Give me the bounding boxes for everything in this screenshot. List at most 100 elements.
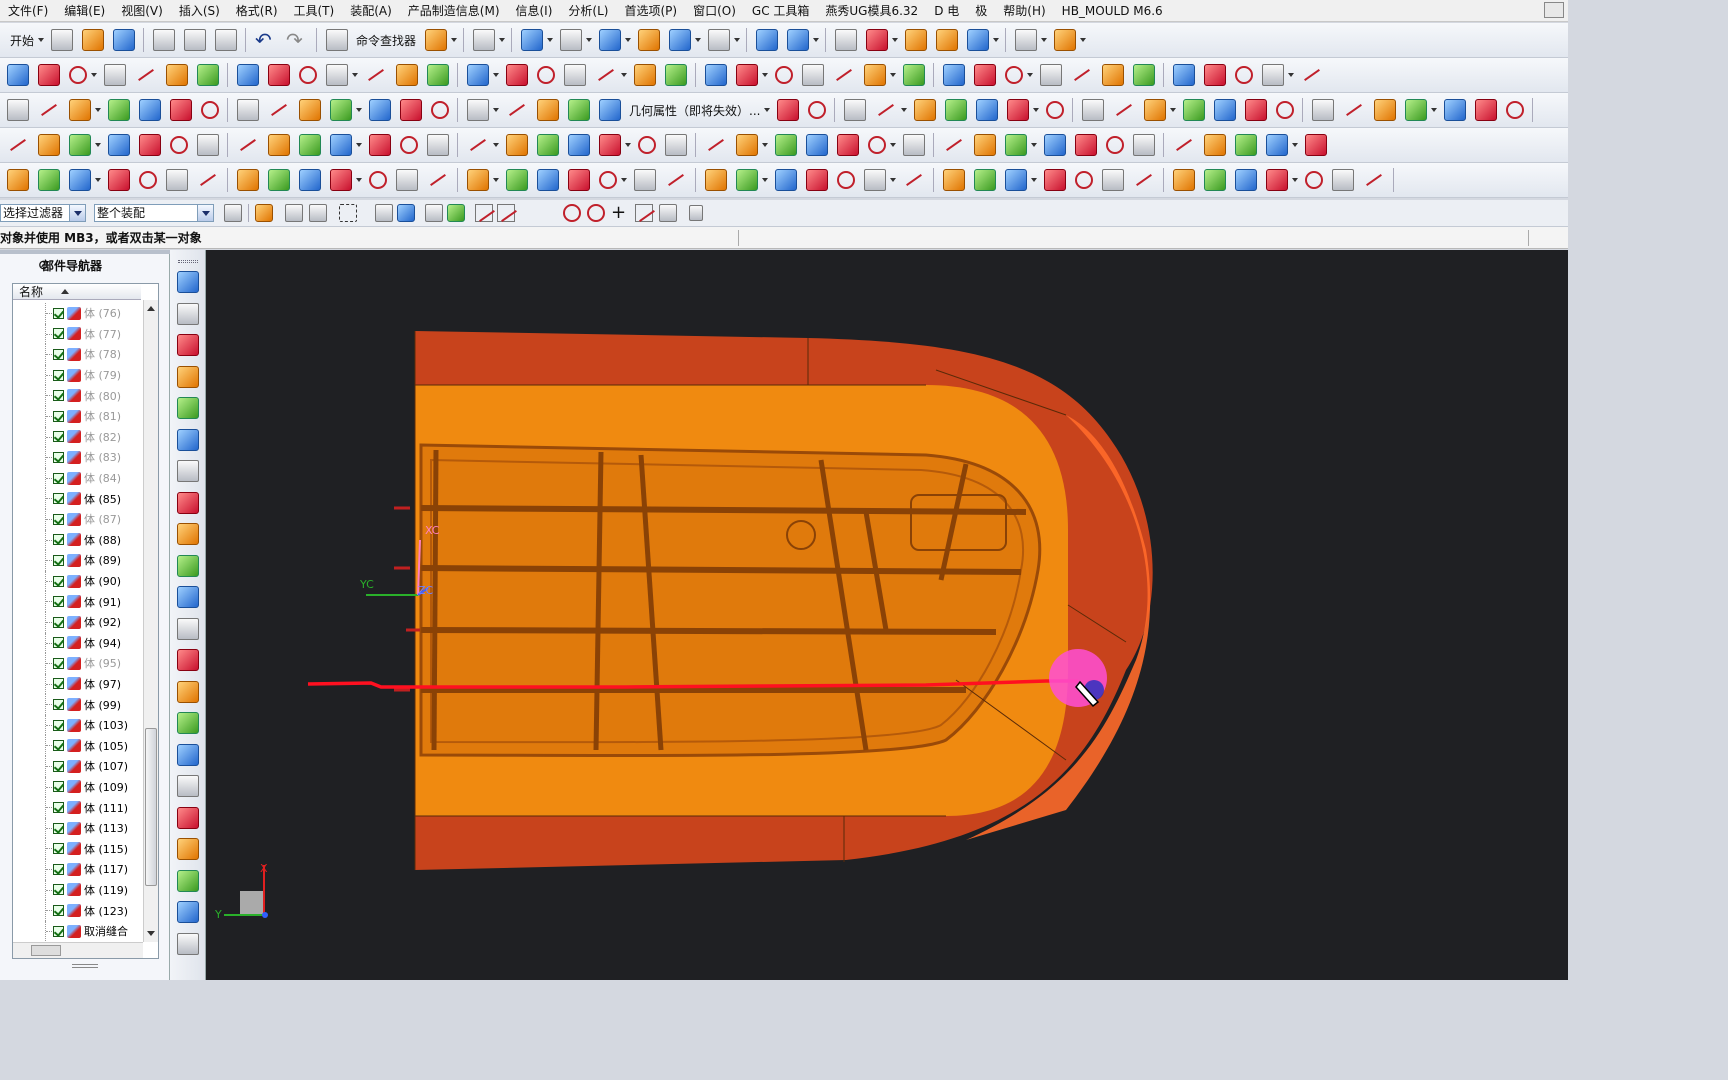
offset-icon[interactable]	[69, 134, 91, 156]
surface-icon[interactable]	[1266, 134, 1288, 156]
grille-outline[interactable]	[419, 443, 1042, 758]
surface-icon[interactable]	[1005, 169, 1027, 191]
visibility-checkbox[interactable]	[53, 348, 64, 360]
tree-node[interactable]: 体 (87)	[13, 508, 143, 530]
offset-icon[interactable]	[1133, 64, 1155, 86]
visibility-checkbox[interactable]	[53, 637, 64, 649]
offset-icon[interactable]	[38, 169, 60, 191]
endpoint-icon[interactable]	[475, 204, 493, 222]
drafting-icon[interactable]	[177, 365, 199, 388]
offset-icon[interactable]	[427, 64, 449, 86]
line-icon[interactable]	[833, 64, 855, 86]
blend-icon[interactable]	[7, 99, 29, 121]
surface-icon[interactable]	[1044, 134, 1066, 156]
blend-icon[interactable]	[396, 169, 418, 191]
trim-icon[interactable]	[369, 134, 391, 156]
line-icon[interactable]	[1363, 169, 1385, 191]
line-icon[interactable]	[365, 64, 387, 86]
surface-icon[interactable]	[139, 99, 161, 121]
line-icon[interactable]	[38, 99, 60, 121]
visibility-checkbox[interactable]	[53, 493, 64, 505]
tree-node[interactable]: 体 (105)	[13, 735, 143, 757]
visibility-checkbox[interactable]	[53, 781, 64, 793]
arc-icon[interactable]	[1046, 101, 1065, 119]
filter-reset-icon[interactable]	[224, 204, 242, 222]
offset-icon[interactable]	[268, 169, 290, 191]
tree-node[interactable]: 体 (107)	[13, 756, 143, 777]
visibility-checkbox[interactable]	[53, 410, 64, 422]
surface-icon[interactable]	[537, 169, 559, 191]
trim-icon[interactable]	[330, 169, 352, 191]
tree-node[interactable]: 体 (95)	[13, 653, 143, 674]
visibility-checkbox[interactable]	[53, 431, 64, 443]
pin-icon[interactable]: ⊘	[38, 254, 49, 278]
surface-icon[interactable]	[237, 64, 259, 86]
tree-node[interactable]: 体 (83)	[13, 447, 143, 468]
play-icon[interactable]	[967, 29, 990, 51]
tree-node[interactable]: 体 (117)	[13, 859, 143, 880]
arc-icon[interactable]	[1005, 66, 1023, 84]
center-icon[interactable]	[563, 204, 581, 222]
trim-icon[interactable]	[1044, 169, 1066, 191]
menu-item[interactable]: 信息(I)	[508, 2, 561, 19]
surface-icon[interactable]	[299, 169, 321, 191]
extrude-icon[interactable]	[705, 169, 727, 191]
intersection-icon[interactable]	[541, 204, 559, 222]
surface-icon[interactable]	[330, 134, 352, 156]
line-icon[interactable]	[1071, 64, 1093, 86]
tree-node[interactable]: 体 (99)	[13, 694, 143, 715]
surface-icon[interactable]	[108, 134, 130, 156]
extrude-icon[interactable]	[1204, 134, 1226, 156]
trim-icon[interactable]	[1204, 64, 1226, 86]
offset-icon[interactable]	[506, 169, 528, 191]
extrude-icon[interactable]	[1173, 169, 1195, 191]
visibility-checkbox[interactable]	[53, 307, 64, 319]
history-icon[interactable]	[177, 932, 199, 955]
visibility-checkbox[interactable]	[53, 863, 64, 875]
trim-icon[interactable]	[38, 64, 60, 86]
surface-icon[interactable]	[369, 99, 391, 121]
arc-icon[interactable]	[537, 66, 555, 84]
visibility-checkbox[interactable]	[53, 925, 64, 937]
part-icon[interactable]	[177, 491, 199, 514]
tree-node[interactable]: 体 (115)	[13, 838, 143, 860]
tree-node[interactable]: 体 (81)	[13, 405, 143, 427]
offset-icon[interactable]	[1405, 99, 1428, 121]
menu-item[interactable]: 燕秀UG模具6.32	[817, 2, 926, 19]
extrude-icon[interactable]	[299, 99, 321, 121]
visibility-checkbox[interactable]	[53, 657, 64, 669]
surface-icon[interactable]	[1235, 169, 1257, 191]
start-menu-button[interactable]: 开始	[10, 32, 34, 49]
line-icon[interactable]	[665, 169, 687, 191]
blend-icon[interactable]	[802, 64, 824, 86]
extrude-icon[interactable]	[268, 134, 290, 156]
model-view[interactable]	[206, 250, 1568, 980]
trim-icon[interactable]	[1475, 99, 1498, 121]
offset-icon[interactable]	[945, 99, 968, 121]
visibility-checkbox[interactable]	[53, 575, 64, 587]
check-icon[interactable]	[936, 29, 959, 51]
background-icon[interactable]	[708, 29, 731, 51]
magic-wand-icon[interactable]	[425, 29, 448, 51]
tree-node[interactable]: 体 (97)	[13, 673, 143, 695]
undo-icon[interactable]: ↶	[255, 29, 277, 51]
tree-node[interactable]: 体 (85)	[13, 488, 143, 509]
trim-icon[interactable]	[1266, 169, 1288, 191]
part-icon[interactable]	[177, 806, 199, 829]
offset-icon[interactable]	[903, 64, 925, 86]
redo-icon[interactable]: ↷	[286, 29, 308, 51]
extrude-icon[interactable]	[914, 99, 937, 121]
select-all-icon[interactable]	[309, 204, 327, 222]
trim-icon[interactable]	[506, 64, 528, 86]
command-finder-button[interactable]: 命令查找器	[356, 32, 416, 49]
extrude-icon[interactable]	[537, 99, 559, 121]
menu-item[interactable]: 编辑(E)	[56, 2, 113, 19]
trim-icon[interactable]	[837, 134, 859, 156]
line-icon[interactable]	[268, 99, 290, 121]
assembly-icon[interactable]	[177, 428, 199, 451]
history-icon[interactable]	[177, 302, 199, 325]
trim-icon[interactable]	[736, 64, 758, 86]
menu-item[interactable]: HB_MOULD M6.6	[1054, 4, 1171, 18]
snap-toggle-icon[interactable]	[447, 204, 465, 222]
offset-icon[interactable]	[568, 99, 590, 121]
